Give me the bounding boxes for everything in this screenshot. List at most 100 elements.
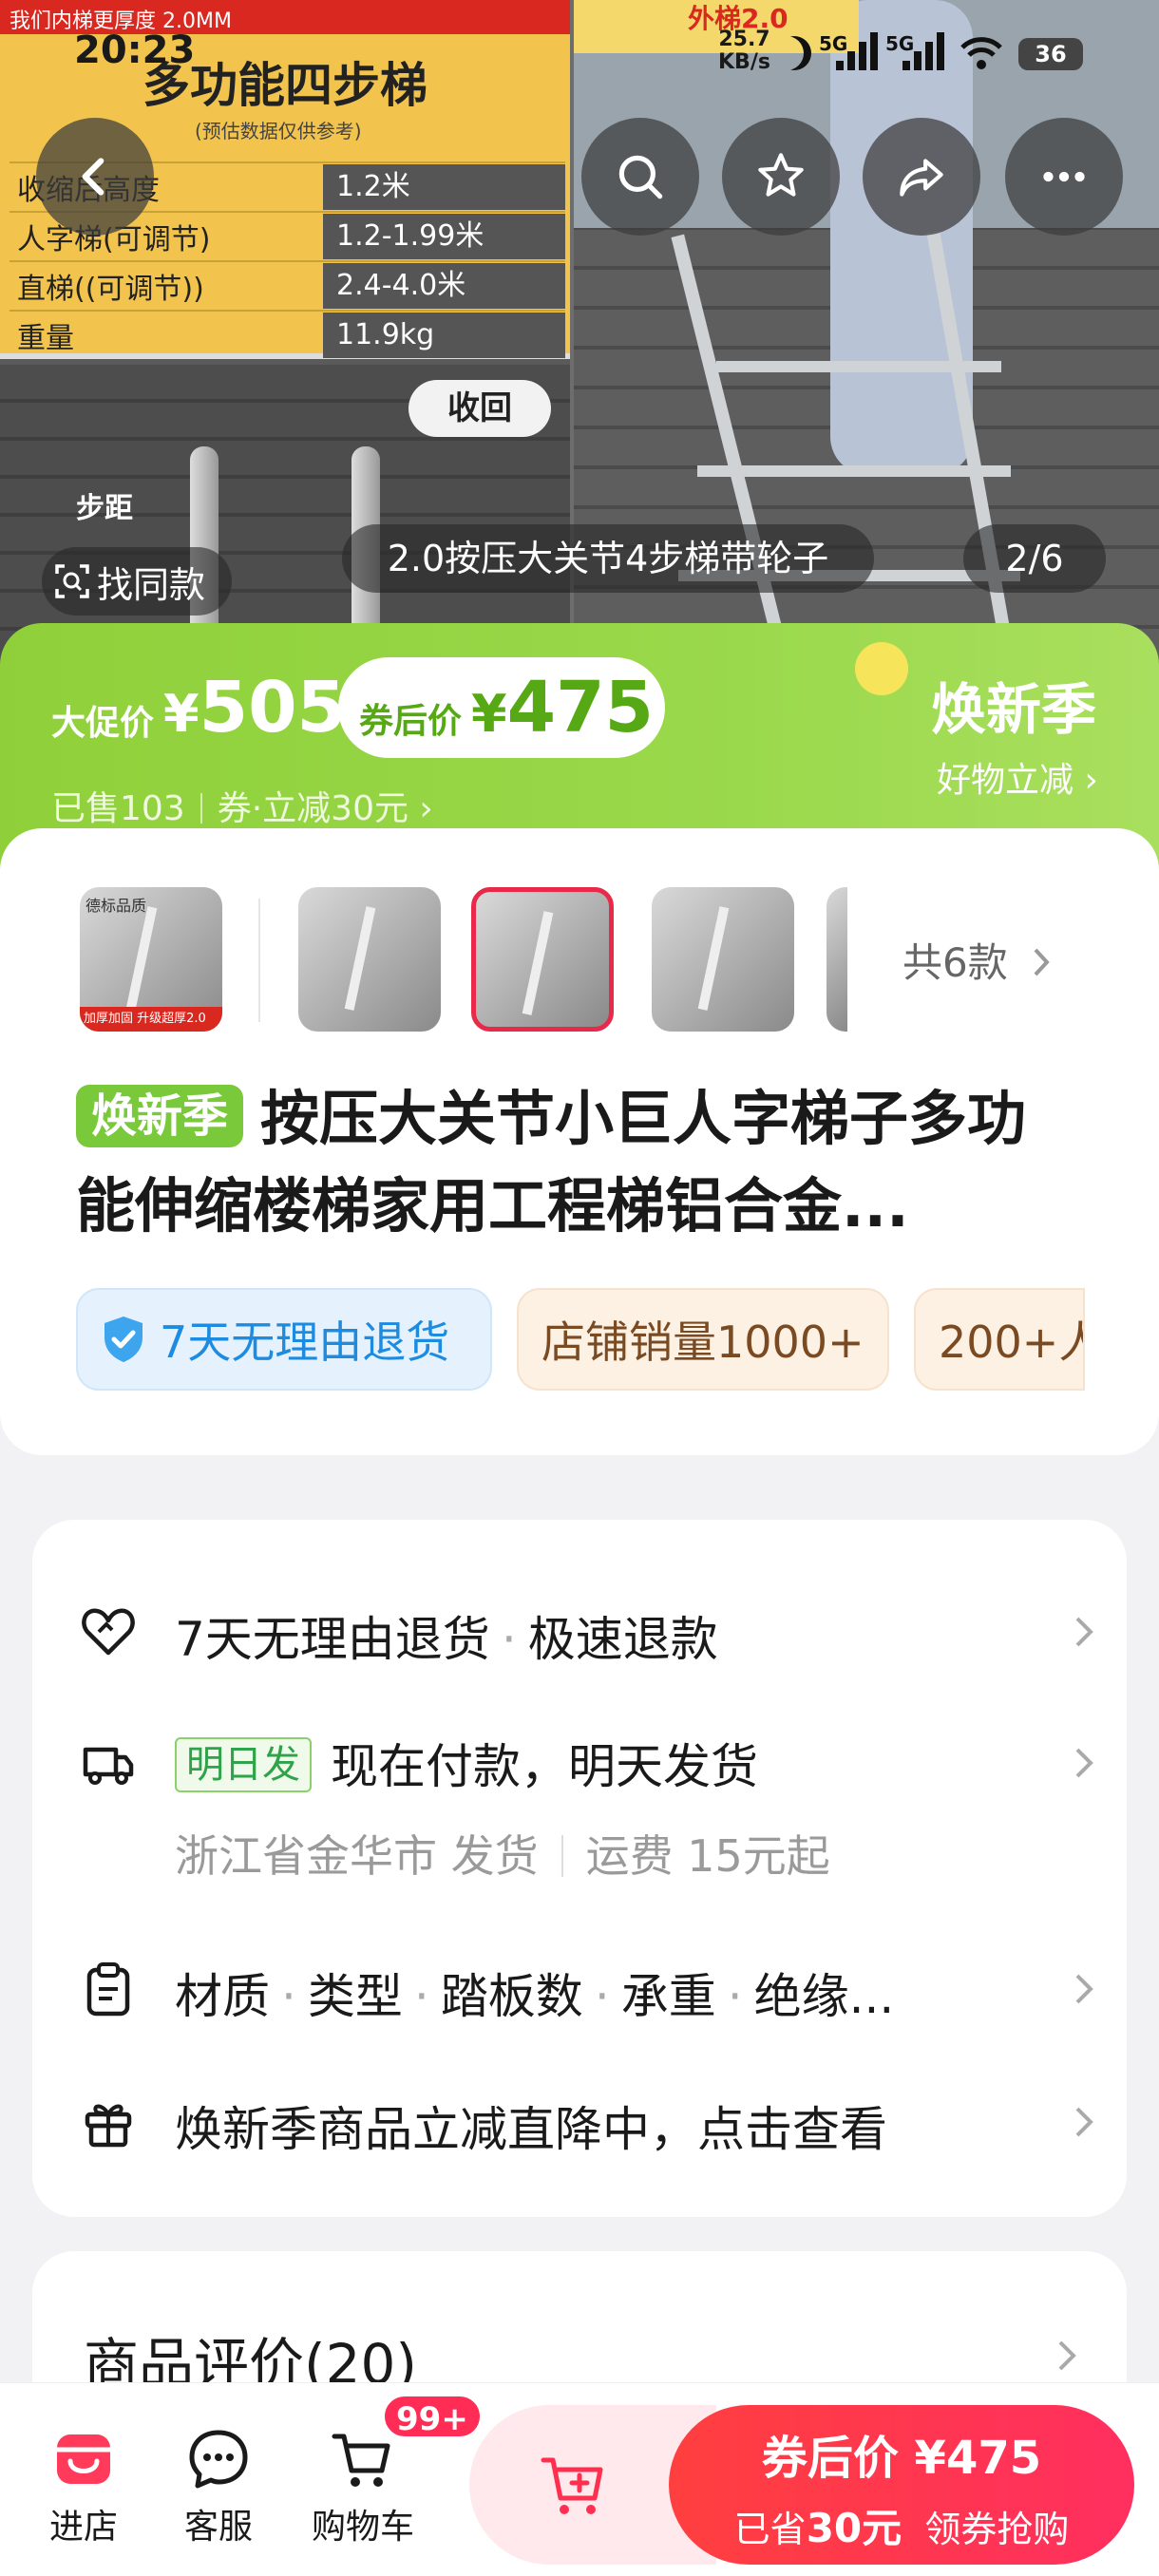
variant-thumb-partial[interactable] xyxy=(826,887,847,1032)
fold-label: 收回 xyxy=(408,380,551,437)
saved-prefix: 已省 xyxy=(733,2509,807,2550)
search-button[interactable] xyxy=(581,118,699,236)
cart-count-badge: 99+ xyxy=(382,2394,483,2439)
signal-bars-icon xyxy=(836,32,882,70)
variant-thumb[interactable] xyxy=(652,887,794,1032)
back-button[interactable] xyxy=(36,118,154,236)
star-icon xyxy=(758,153,804,197)
spec-value: 11.9kg xyxy=(323,313,565,358)
ladder-step xyxy=(716,361,1001,372)
scan-icon xyxy=(55,564,89,598)
shipping-fee: 运费 15元起 xyxy=(585,1830,830,1882)
share-button[interactable] xyxy=(863,118,980,236)
customer-service-label: 客服 xyxy=(183,2508,253,2547)
shipping-row[interactable]: 明日发 现在付款，明天发货 浙江省金华市 发货 运费 15元起 xyxy=(80,1727,1096,1882)
more-button[interactable] xyxy=(1005,118,1123,236)
buy-action-label: 领券抢购 xyxy=(924,2509,1070,2550)
spec-item: 类型 xyxy=(307,1969,403,2024)
spec-key: 重量 xyxy=(17,322,74,355)
gallery-pager: 2/6 xyxy=(963,524,1106,593)
return-service-b: 极速退款 xyxy=(527,1612,718,1667)
chevron-right-icon xyxy=(1058,2340,1076,2371)
ladder-step xyxy=(697,465,1011,477)
network-rate-value: 25.7 xyxy=(718,28,770,51)
promo-row[interactable]: 焕新季商品立减直降中，点击查看 xyxy=(80,2086,1096,2158)
favorite-button[interactable] xyxy=(722,118,840,236)
variant-count-link[interactable]: 共6款 xyxy=(902,931,1053,989)
season-title: 焕新季 xyxy=(931,677,1097,742)
spec-item: 承重 xyxy=(620,1969,716,2024)
spec-item: 绝缘... xyxy=(753,1969,895,2024)
chevron-right-icon xyxy=(1075,1974,1093,2004)
specs-text: 材质 · 类型 · 踏板数 · 承重 · 绝缘... xyxy=(175,1969,895,2024)
coupon-info-link[interactable]: 券·立减30元 › xyxy=(218,789,433,828)
coupon-price-pill: 券后价 ¥475 xyxy=(338,657,665,758)
spec-item: 材质 xyxy=(175,1969,270,2024)
divider xyxy=(560,1835,563,1877)
variant-thumb-brand[interactable]: 德标品质 加厚加固 升级超厚2.0 xyxy=(80,887,222,1032)
product-info-card: 德标品质 加厚加固 升级超厚2.0 共6款 焕新季 按压大关节小巨人字梯子多功能伸… xyxy=(0,828,1159,1455)
chevron-right-icon xyxy=(1075,2107,1093,2137)
store-sales-chip[interactable]: 店铺销量1000+ xyxy=(517,1288,889,1391)
ladder-rail xyxy=(671,234,813,665)
buy-with-coupon-button[interactable]: 券后价 ¥475 已省30元 领券抢购 xyxy=(669,2405,1134,2565)
cart-add-icon xyxy=(541,2457,603,2514)
product-title: 焕新季 按压大关节小巨人字梯子多功能伸缩楼梯家用工程梯铝合金... xyxy=(76,1075,1083,1250)
truck-icon xyxy=(83,1747,134,1785)
shop-tab[interactable]: 进店 xyxy=(27,2425,141,2548)
saved-amount: 30元 xyxy=(806,2505,902,2551)
spec-note: (预估数据仅供参考) xyxy=(195,120,362,142)
return-policy-chip[interactable]: 7天无理由退货 xyxy=(76,1288,492,1391)
gallery-caption: 2.0按压大关节4步梯带轮子 xyxy=(342,524,874,593)
clipboard-icon xyxy=(86,1962,130,2017)
spec-item: 踏板数 xyxy=(440,1969,583,2024)
heart-return-icon xyxy=(82,1608,135,1656)
currency-symbol: ¥ xyxy=(471,684,507,744)
shield-check-icon xyxy=(104,1316,142,1362)
gift-icon xyxy=(85,2104,132,2148)
variant-thumb[interactable] xyxy=(298,887,441,1032)
status-bar: 20:23 25.7 KB/s 5G 5G 36 xyxy=(0,0,1159,114)
network-rate-unit: KB/s xyxy=(718,50,770,74)
ship-origin: 浙江省金华市 发货 xyxy=(175,1830,539,1882)
step-distance-label: 步距 xyxy=(76,492,133,525)
specs-row[interactable]: 材质 · 类型 · 踏板数 · 承重 · 绝缘... xyxy=(80,1953,1096,2025)
variant-count: 共6款 xyxy=(902,939,1008,986)
sold-count: 已售103 xyxy=(51,789,185,828)
chat-icon xyxy=(189,2430,248,2489)
divider xyxy=(200,793,202,824)
variant-thumb-selected[interactable] xyxy=(471,887,614,1032)
find-same-button[interactable]: 找同款 xyxy=(42,547,232,616)
season-subtitle-link[interactable]: 好物立减 › xyxy=(937,752,1098,802)
coupon-price-label: 券后价 xyxy=(359,702,463,741)
spec-key: 直梯((可调节)) xyxy=(17,273,204,306)
return-service-text: 7天无理由退货 · 极速退款 xyxy=(175,1612,718,1667)
more-icon xyxy=(1043,171,1085,182)
cart-tab[interactable]: 购物车 xyxy=(306,2425,420,2548)
chevron-left-icon xyxy=(82,158,104,196)
return-policy-label: 7天无理由退货 xyxy=(160,1316,450,1368)
promo-text: 焕新季商品立减直降中，点击查看 xyxy=(175,2102,887,2157)
search-icon xyxy=(618,155,663,199)
wifi-icon xyxy=(960,37,1002,69)
chevron-right-icon xyxy=(1075,1748,1093,1778)
find-same-label: 找同款 xyxy=(97,563,206,606)
service-card: 7天无理由退货 · 极速退款 明日发 现在付款，明天发货 浙江省金华市 发货 运费 15… xyxy=(32,1520,1127,2217)
currency-symbol: ¥ xyxy=(163,684,200,744)
thumb-brand-text: 德标品质 xyxy=(86,897,147,915)
buyers-label: 200+人 xyxy=(939,1316,1083,1368)
coupon-price-value: 475 xyxy=(506,667,655,748)
thumb-banner-text: 加厚加固 升级超厚2.0 xyxy=(80,1007,222,1032)
coupon-price: ¥475 xyxy=(471,667,654,748)
store-sales-label: 店铺销量1000+ xyxy=(542,1316,864,1368)
spec-value: 2.4-4.0米 xyxy=(323,263,565,309)
battery-indicator: 36 xyxy=(1018,38,1083,70)
buy-price-line: 券后价 ¥475 xyxy=(761,2432,1042,2485)
shop-tab-label: 进店 xyxy=(48,2508,118,2547)
customer-service-tab[interactable]: 客服 xyxy=(162,2425,276,2548)
divider xyxy=(258,899,260,1022)
buy-saved-line: 已省30元 领券抢购 xyxy=(669,2496,1134,2554)
buyers-chip[interactable]: 200+人 xyxy=(914,1288,1085,1391)
cart-tab-label: 购物车 xyxy=(311,2508,414,2547)
return-service-row[interactable]: 7天无理由退货 · 极速退款 xyxy=(80,1596,1096,1668)
